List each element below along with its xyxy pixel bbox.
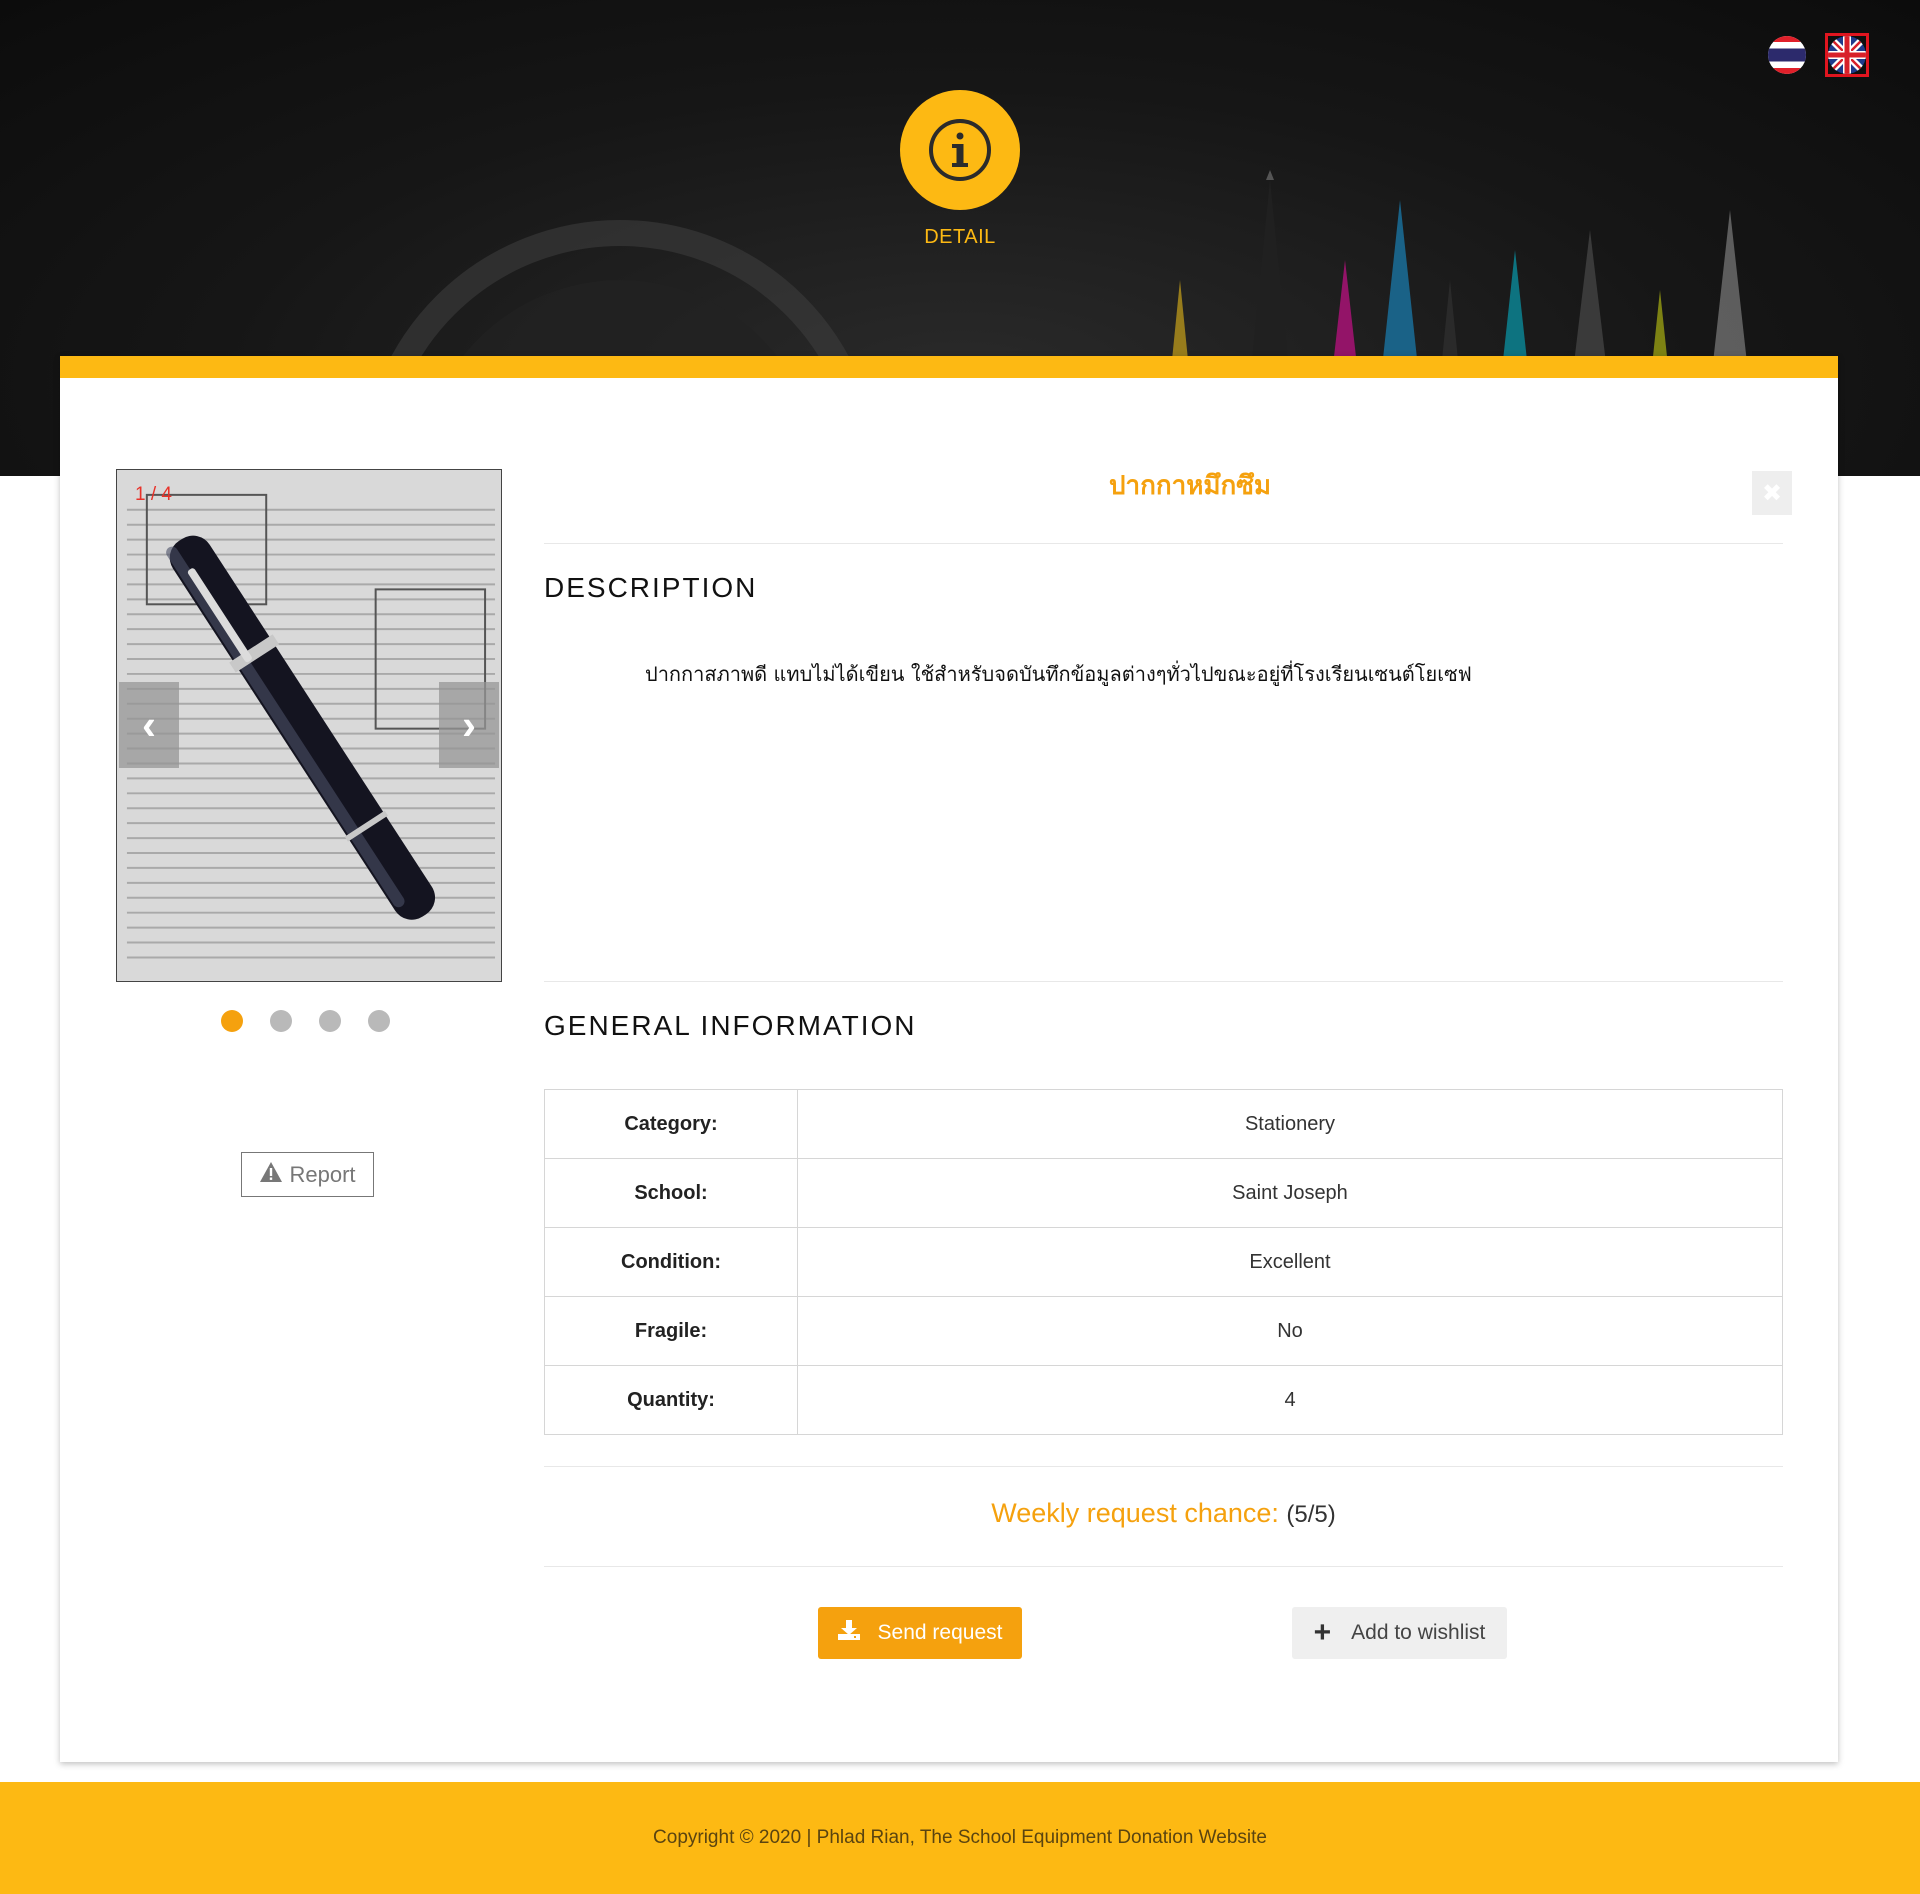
gallery-dots (221, 1010, 390, 1032)
add-to-wishlist-label: Add to wishlist (1351, 1621, 1486, 1644)
send-request-button[interactable]: Send request (818, 1607, 1022, 1659)
info-key: Condition: (544, 1227, 798, 1297)
table-row: School: Saint Joseph (544, 1158, 1783, 1228)
plus-icon: + (1313, 1616, 1332, 1649)
info-key: School: (544, 1158, 798, 1228)
description-heading: DESCRIPTION (544, 572, 758, 603)
divider (544, 1466, 1783, 1467)
gallery-next-button[interactable]: › (439, 682, 499, 768)
uk-flag-icon[interactable] (1825, 33, 1869, 77)
table-row: Condition: Excellent (544, 1227, 1783, 1297)
add-to-wishlist-button[interactable]: + Add to wishlist (1292, 1607, 1507, 1659)
warning-icon (259, 1161, 283, 1189)
image-gallery[interactable]: 1 / 4 ‹ › (116, 469, 502, 982)
info-value: No (797, 1296, 1783, 1366)
gallery-dot-3[interactable] (319, 1010, 341, 1032)
weekly-request-chance: Weekly request chance: (5/5) (544, 1498, 1783, 1529)
slide-counter: 1 / 4 (135, 484, 172, 505)
info-key: Category: (544, 1089, 798, 1159)
report-label: Report (289, 1161, 356, 1187)
table-row: Fragile: No (544, 1296, 1783, 1366)
info-key: Quantity: (544, 1365, 798, 1435)
gallery-prev-button[interactable]: ‹ (119, 682, 179, 768)
copyright-text: Copyright © 2020 | Phlad Rian, The Schoo… (653, 1827, 1267, 1848)
divider (544, 1566, 1783, 1567)
description-text: ปากกาสภาพดี แทบไม่ได้เขียน ใช้สำหรับจดบั… (645, 662, 1472, 686)
info-value: Excellent (797, 1227, 1783, 1297)
close-button[interactable]: ✖ (1752, 471, 1792, 515)
info-key: Fragile: (544, 1296, 798, 1366)
info-value: Saint Joseph (797, 1158, 1783, 1228)
weekly-request-label: Weekly request chance: (991, 1498, 1279, 1528)
gallery-dot-1[interactable] (221, 1010, 243, 1032)
thai-flag-icon[interactable] (1768, 36, 1806, 74)
gallery-dot-2[interactable] (270, 1010, 292, 1032)
divider (544, 981, 1783, 982)
info-value: 4 (797, 1365, 1783, 1435)
info-value: Stationery (797, 1089, 1783, 1159)
gallery-dot-4[interactable] (368, 1010, 390, 1032)
language-switcher (1768, 33, 1869, 77)
download-icon (837, 1620, 860, 1646)
general-information-table: Category: Stationery School: Saint Josep… (544, 1089, 1783, 1435)
general-information-heading: GENERAL INFORMATION (544, 1010, 917, 1041)
detail-label: DETAIL (924, 226, 996, 248)
info-icon (900, 90, 1020, 210)
weekly-request-value: (5/5) (1286, 1501, 1336, 1528)
card-accent-bar (60, 356, 1838, 378)
send-request-label: Send request (877, 1621, 1003, 1644)
detail-badge: DETAIL (900, 90, 1020, 249)
close-icon: ✖ (1761, 479, 1783, 507)
item-detail-card: 1 / 4 ‹ › Report ปากกาหมึกซึม ✖ DESCRIPT… (60, 356, 1838, 1762)
footer: Copyright © 2020 | Phlad Rian, The Schoo… (0, 1782, 1920, 1894)
item-title: ปากกาหมึกซึม (1109, 471, 1271, 501)
report-button[interactable]: Report (241, 1152, 374, 1197)
divider (544, 543, 1783, 544)
table-row: Quantity: 4 (544, 1365, 1783, 1435)
table-row: Category: Stationery (544, 1089, 1783, 1159)
